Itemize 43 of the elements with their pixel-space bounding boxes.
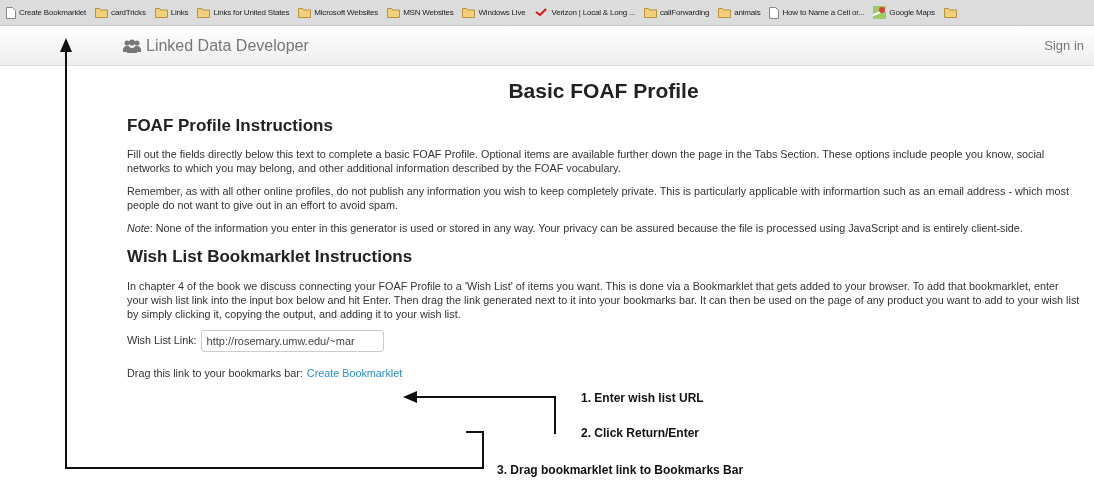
drag-instruction: Drag this link to your bookmarks bar: (127, 365, 303, 381)
bookmark-item[interactable]: Links for United States (197, 6, 290, 19)
brand-link[interactable]: Linked Data Developer (146, 33, 309, 58)
field-label: Wish List Link: (127, 333, 197, 349)
bookmark-item[interactable]: Google Maps (873, 6, 935, 19)
annotation-label: 3. Drag bookmarklet link to Bookmarks Bar (497, 462, 744, 479)
folder-icon (154, 7, 168, 18)
annotation-label: 1. Enter wish list URL (581, 390, 704, 407)
page-icon (769, 6, 780, 19)
bookmark-item[interactable]: callForwarding (644, 6, 710, 19)
checkmark-logo-icon (534, 7, 549, 18)
folder-icon (462, 7, 476, 18)
bookmark-item[interactable]: Microsoft Websites (298, 6, 379, 19)
bookmark-item[interactable]: Create Bookmarklet (6, 6, 87, 19)
folder-icon (197, 7, 211, 18)
paragraph: In chapter 4 of the book we discuss connecting your FOAF Profile to a 'Wish List' of items you want. This is done via a Bookmarklet that gets added to your browser. To add that bookmarklet, enter your wish list link into the input box below and hit Enter. Then drag the link generated next to it into your bookmarks bar. It can then be used on the page of any product you want to add to your wish list by simply clicking it, copying the output, and adding it to your wish list. (127, 278, 1081, 321)
folder-icon (95, 7, 109, 18)
bookmark-item[interactable]: MSN Websites (387, 6, 454, 19)
bookmark-item[interactable]: animals (718, 6, 761, 19)
folder-icon (644, 7, 658, 18)
sign-in-link[interactable]: Sign in (1044, 35, 1084, 56)
users-icon (123, 38, 141, 53)
paragraph: Note: None of the information you enter in this generator is used or stored in any way. Your privacy can be assured because the file is processed using JavaScript and is entirely client-side. (127, 221, 1024, 235)
paragraph: Fill out the fields directly below this text to complete a basic FOAF Profile. Optional items are available further down the page in the Tabs Section. These options include people you know, social networks to which you may belong, and other additional information described by the FOAF vocabulary. (127, 147, 1046, 175)
annotation-label: 2. Click Return/Enter (581, 425, 700, 442)
bookmark-item[interactable]: Verizon | Local & Long ... (534, 6, 636, 19)
bookmark-item[interactable]: How to Name a Cell or... (769, 6, 865, 19)
wish-list-input[interactable]: http://rosemary.umw.edu/~mar (200, 329, 384, 352)
section-heading: FOAF Profile Instructions (127, 114, 334, 137)
bookmark-item[interactable]: Windows Live (462, 6, 526, 19)
folder-icon (298, 7, 312, 18)
bookmarklet-link[interactable]: Create Bookmarklet (306, 364, 403, 381)
folder-icon (718, 7, 732, 18)
section-heading: Wish List Bookmarklet Instructions (127, 246, 414, 268)
map-pin-icon (873, 6, 887, 19)
paragraph: Remember, as with all other online profiles, do not publish any information you wish to keep completely private. This is particularly applicable with informartion such as an email address - which most people do not want to give out in an effort to avoid spam. (127, 184, 1070, 212)
page-title: Basic FOAF Profile (507, 78, 700, 104)
bookmark-item[interactable]: Links (154, 6, 189, 19)
bookmark-item[interactable] (943, 7, 957, 18)
folder-icon (943, 7, 957, 18)
bookmark-item[interactable]: cardTricks (95, 6, 146, 19)
page-icon (6, 6, 16, 19)
folder-icon (387, 7, 401, 18)
